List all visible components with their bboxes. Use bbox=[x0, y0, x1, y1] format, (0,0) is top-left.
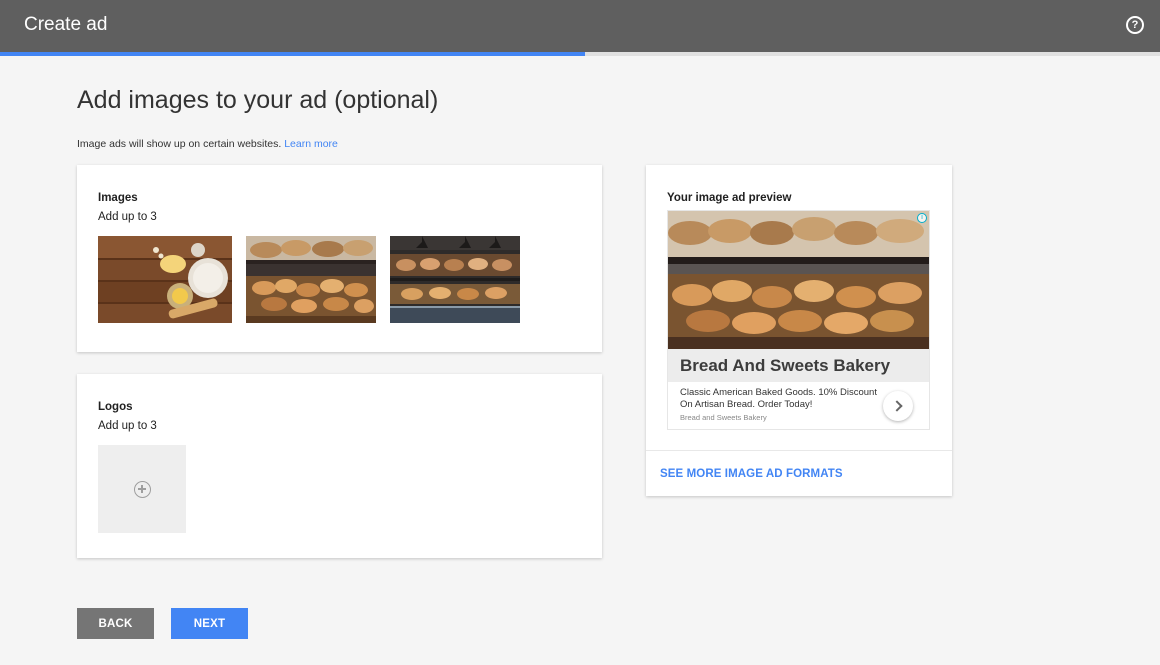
ad-preview: i Bread And Sweets Bakery Classic Americ… bbox=[667, 210, 930, 430]
image-thumbnail-bread-display[interactable] bbox=[246, 236, 376, 323]
see-more-formats-link[interactable]: SEE MORE IMAGE AD FORMATS bbox=[660, 468, 843, 480]
images-card: Images Add up to 3 bbox=[77, 165, 602, 352]
progress-bar-fill bbox=[0, 52, 585, 56]
ad-display-name: Bread and Sweets Bakery bbox=[680, 413, 767, 422]
back-button[interactable]: BACK bbox=[77, 608, 154, 639]
ad-arrow-button[interactable] bbox=[883, 391, 913, 421]
images-heading: Images bbox=[98, 192, 138, 204]
chevron-right-icon bbox=[890, 400, 903, 412]
image-ad-preview-card: Your image ad preview i Bread And Sweets… bbox=[646, 165, 952, 496]
progress-bar bbox=[0, 52, 1160, 56]
learn-more-link[interactable]: Learn more bbox=[284, 138, 338, 150]
ad-headline-band: Bread And Sweets Bakery bbox=[668, 349, 929, 382]
app-title: Create ad bbox=[24, 14, 108, 35]
page-title: Add images to your ad (optional) bbox=[77, 86, 439, 114]
ad-headline: Bread And Sweets Bakery bbox=[680, 356, 891, 375]
next-button[interactable]: NEXT bbox=[171, 608, 248, 639]
divider bbox=[646, 450, 952, 451]
ad-choices-info-icon[interactable]: i bbox=[917, 213, 927, 223]
image-thumbnail-bakery-interior[interactable] bbox=[390, 236, 520, 323]
help-icon[interactable]: ? bbox=[1126, 16, 1144, 34]
logos-sub: Add up to 3 bbox=[98, 420, 157, 432]
ad-preview-image bbox=[668, 211, 929, 349]
top-bar: Create ad ? bbox=[0, 0, 1160, 52]
subtitle-text: Image ads will show up on certain websit… bbox=[77, 138, 285, 150]
image-thumbnail-ingredients[interactable] bbox=[98, 236, 232, 323]
page-subtitle: Image ads will show up on certain websit… bbox=[77, 138, 338, 150]
add-logo-button[interactable] bbox=[98, 445, 186, 533]
images-sub: Add up to 3 bbox=[98, 211, 157, 223]
ad-description: Classic American Baked Goods. 10% Discou… bbox=[680, 387, 877, 410]
add-circle-icon bbox=[133, 480, 151, 498]
logos-card: Logos Add up to 3 bbox=[77, 374, 602, 558]
preview-heading: Your image ad preview bbox=[667, 192, 792, 204]
logos-heading: Logos bbox=[98, 401, 133, 413]
